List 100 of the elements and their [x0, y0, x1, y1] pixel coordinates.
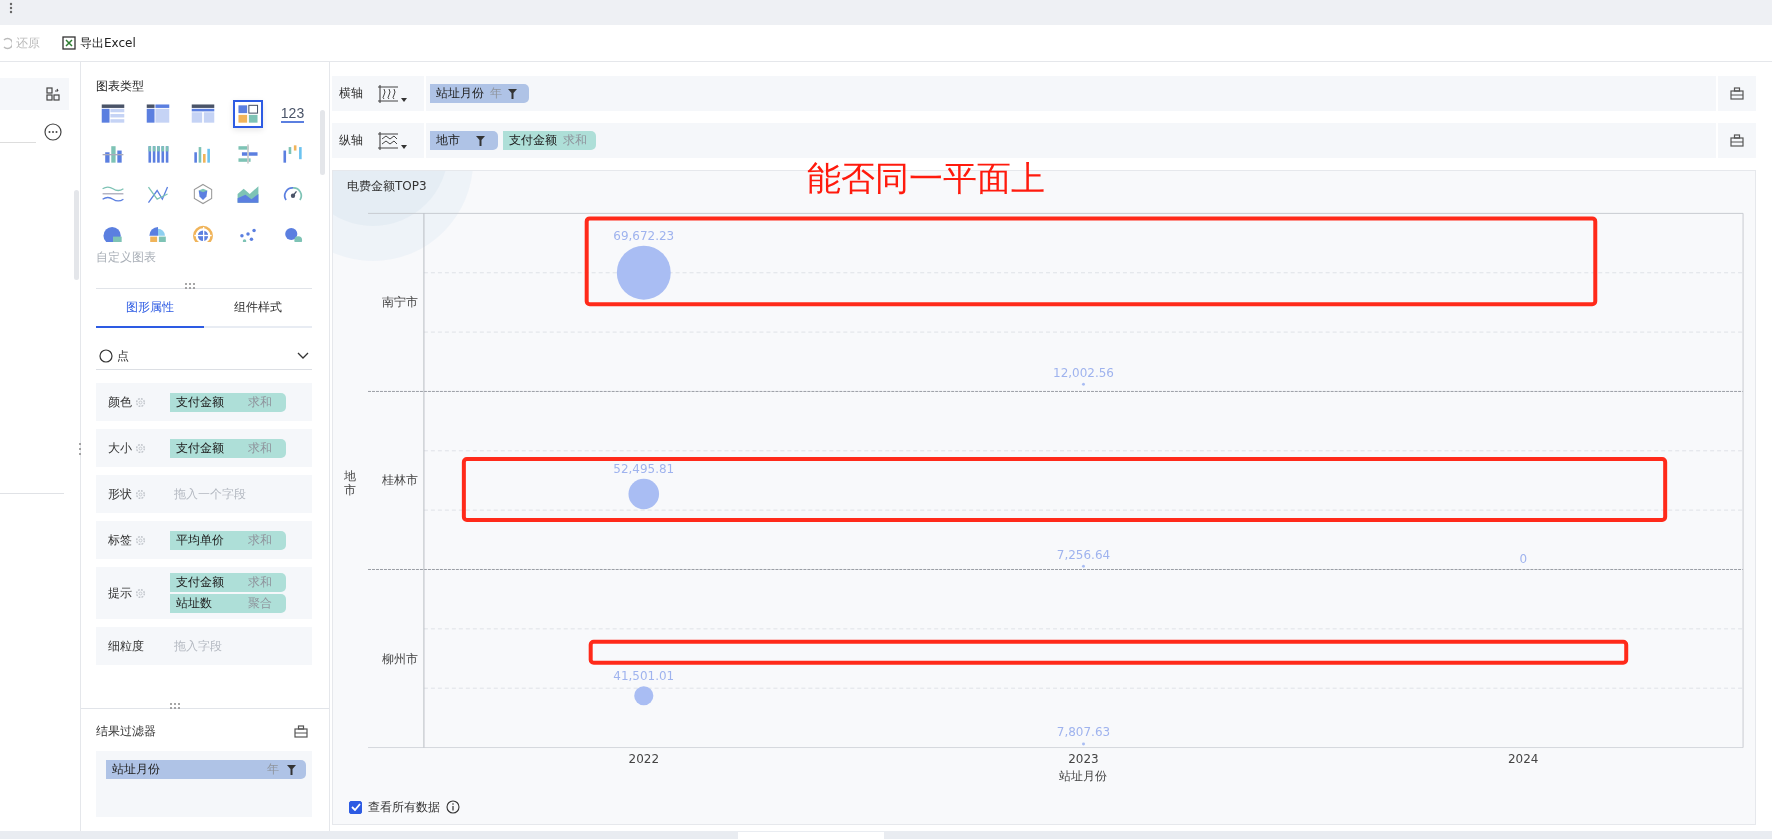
field-pill[interactable]: 地市	[430, 131, 498, 150]
checkbox[interactable]	[349, 800, 362, 814]
aggregation-label: 求和	[563, 132, 587, 149]
property-slot[interactable]: 细粒度 拖入字段	[96, 627, 312, 665]
aggregation-label: 求和	[248, 574, 272, 591]
field-name: 站址月份	[436, 85, 484, 102]
field-pill[interactable]: 站址月份 年	[106, 760, 306, 779]
property-slot[interactable]: 大小 支付金额 求和	[96, 429, 312, 467]
axis-label: 2024	[1507, 751, 1539, 766]
shelf-label: 纵轴	[339, 132, 364, 149]
section-title: 图表类型	[96, 78, 145, 94]
field-pill[interactable]: 站址月份 年	[430, 84, 529, 103]
property-label: 颜色	[108, 393, 132, 411]
data-label: 0	[1519, 552, 1527, 567]
data-label: 12,002.56	[1053, 365, 1114, 380]
field-pill[interactable]: 支付金额 求和	[170, 392, 286, 412]
annotation-text: 能否同一平面上	[807, 157, 1045, 199]
property-label: 细粒度	[108, 637, 144, 655]
section-title: 结果过滤器	[96, 723, 156, 740]
data-label: 69,672.23	[613, 228, 675, 243]
property-label: 提示	[108, 584, 132, 602]
property-label: 标签	[108, 531, 132, 549]
property-label: 大小	[108, 439, 132, 457]
property-slot[interactable]: 颜色 支付金额 求和	[96, 383, 312, 421]
data-label: 41,501.01	[613, 669, 675, 684]
filter-icon[interactable]	[508, 88, 517, 99]
table-icon	[99, 102, 126, 126]
crosstab-icon	[189, 102, 216, 126]
field-name: 地市	[436, 132, 460, 149]
aggregation-label: 求和	[248, 439, 272, 457]
circle-icon	[99, 349, 113, 363]
aggregation-label: 年	[490, 85, 502, 102]
property-slot[interactable]: 提示 支付金额 求和 站址数 聚合	[96, 567, 312, 619]
field-name: 支付金额	[176, 439, 224, 457]
axis-label: 南宁市	[381, 295, 418, 310]
toolbox-icon[interactable]	[1730, 87, 1744, 100]
tab[interactable]: 组件样式	[204, 289, 312, 328]
number-label: 123	[280, 105, 305, 123]
export-button[interactable]: 导出Excel	[58, 32, 140, 54]
drop-placeholder: 拖入字段	[173, 637, 222, 655]
aggregation-label: 年	[267, 761, 279, 778]
field-name: 站址月份	[112, 761, 160, 778]
resize-handle-icon[interactable]	[168, 702, 182, 710]
axis-shelf-header[interactable]: 横轴	[332, 76, 424, 111]
axis-title: 站址月份	[1059, 769, 1108, 784]
data-label: 7,256.64	[1056, 547, 1111, 562]
resize-handle-icon[interactable]	[183, 282, 197, 290]
mark-type-dropdown[interactable]: 点	[96, 343, 312, 370]
layout-icon[interactable]	[46, 87, 60, 101]
field-pill[interactable]: 站址数 聚合	[170, 594, 286, 613]
toolbox-icon[interactable]	[294, 725, 308, 738]
field-pill[interactable]: 支付金额 求和	[503, 131, 596, 150]
axis-label: 桂林市	[381, 473, 418, 488]
filter-drop-area[interactable]: 站址月份 年	[96, 751, 312, 817]
field-pill[interactable]: 支付金额 求和	[170, 438, 286, 458]
dropdown-value: 点	[117, 347, 130, 365]
axis-title: 地市	[344, 470, 357, 497]
horizontal-axis-icon[interactable]	[377, 83, 399, 104]
data-label: 7,807.63	[1056, 725, 1111, 740]
more-icon[interactable]	[9, 2, 13, 14]
aggregation-label: 求和	[248, 531, 272, 549]
scrollbar[interactable]	[74, 190, 79, 280]
axis-label: 2022	[628, 751, 659, 766]
caret-icon[interactable]	[401, 144, 407, 149]
axis-label: 2023	[1068, 751, 1099, 766]
axis-shelf[interactable]: 站址月份 年	[426, 76, 1716, 111]
filter-icon[interactable]	[287, 764, 296, 775]
axis-shelf-header[interactable]: 纵轴	[332, 123, 424, 158]
shelf-label: 横轴	[339, 85, 364, 102]
scrollbar[interactable]	[320, 110, 325, 175]
chart-type-option[interactable]	[232, 100, 263, 128]
filter-icon[interactable]	[476, 135, 485, 146]
chevron-down-icon	[297, 352, 309, 360]
field-name: 站址数	[176, 595, 212, 612]
checkbox-label[interactable]: 查看所有数据	[368, 798, 440, 816]
resize-handle-icon[interactable]	[78, 442, 82, 456]
grouped-table-icon	[144, 102, 171, 126]
aggregation-label: 求和	[248, 393, 272, 411]
field-name: 支付金额	[176, 393, 224, 411]
axis-label: 柳州市	[381, 651, 418, 666]
axis-shelf[interactable]: 地市 支付金额 求和	[426, 123, 1716, 158]
chart-type-option[interactable]: 123	[277, 100, 308, 128]
field-name: 支付金额	[176, 574, 224, 591]
vertical-axis-icon[interactable]	[377, 130, 399, 151]
field-pill[interactable]: 支付金额 求和	[170, 573, 286, 592]
field-name: 平均单价	[176, 531, 224, 549]
property-slot[interactable]: 标签 平均单价 求和	[96, 521, 312, 559]
chart-title: 电费金额TOP3	[347, 177, 427, 195]
restore-icon	[2, 36, 12, 50]
excel-icon	[62, 36, 76, 50]
field-name: 支付金额	[509, 132, 557, 149]
more-icon[interactable]	[44, 122, 62, 141]
info-icon[interactable]	[446, 800, 460, 814]
data-label: 52,495.81	[613, 461, 675, 476]
field-pill[interactable]: 平均单价 求和	[170, 530, 286, 550]
tab[interactable]: 图形属性	[96, 289, 204, 328]
property-label: 形状	[108, 485, 132, 503]
aggregation-label: 聚合	[248, 595, 272, 612]
toolbox-icon[interactable]	[1730, 134, 1744, 147]
caret-icon[interactable]	[401, 97, 407, 102]
